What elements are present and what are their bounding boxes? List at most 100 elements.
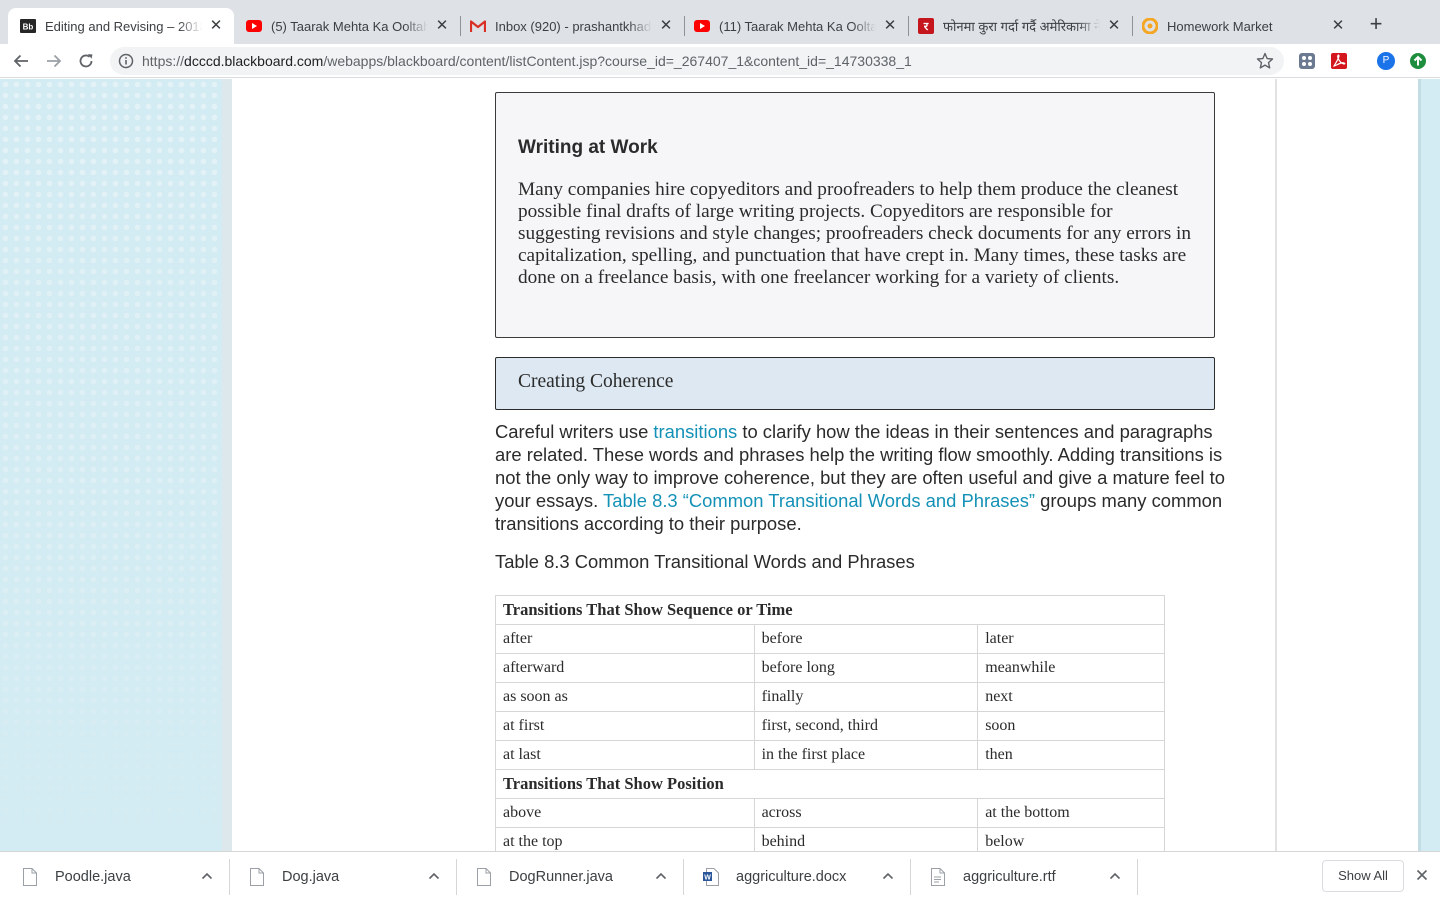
download-filename: DogRunner.java [509,868,613,885]
table-row: after before later [495,624,1165,654]
chevron-up-icon[interactable] [881,869,895,883]
update-arrow-icon[interactable] [1409,52,1427,70]
chevron-up-icon[interactable] [427,869,441,883]
tab-title: (5) Taarak Mehta Ka Ooltah [271,18,428,34]
url-host: dcccd.blackboard.com [184,53,324,69]
back-button[interactable] [9,49,33,73]
table-cell: at the bottom [977,798,1165,828]
svg-text:र: र [923,20,929,33]
tab-title: Editing and Revising – 2018F [45,18,202,34]
reload-button[interactable] [74,49,98,73]
reload-icon [79,54,93,68]
table-row: as soon as finally next [495,682,1165,712]
extension-puzzle-icon[interactable] [1298,52,1316,70]
right-pattern-edge [1418,79,1421,851]
table-group-heading-row: Transitions That Show Position [495,769,1165,799]
chevron-up-icon[interactable] [1108,869,1122,883]
table-caption: Table 8.3 Common Transitional Words and … [495,551,915,572]
group-heading-position: Transitions That Show Position [495,769,1165,799]
site-info-icon[interactable] [118,53,134,69]
profile-avatar[interactable]: P [1377,52,1395,70]
download-shelf: Poodle.java Dog.java DogRunner.java W ag… [0,851,1440,900]
table-cell: at first [495,711,755,741]
creating-coherence-box: Creating Coherence [495,357,1215,410]
tab-title: Homework Market [1167,18,1273,34]
writing-at-work-heading: Writing at Work [518,137,658,158]
svg-text:Bb: Bb [23,23,34,32]
table-row: at first first, second, third soon [495,711,1165,741]
chevron-up-icon[interactable] [200,869,214,883]
adobe-acrobat-icon[interactable] [1330,52,1348,70]
table-cell: behind [753,827,979,851]
url-path: /webapps/blackboard/content/listContent.… [323,53,912,69]
tab-nepali-news[interactable]: र फोनमा कुरा गर्दा गर्दै अमेरिकामा नेपाल… [906,8,1132,44]
table-cell: in the first place [753,740,979,770]
download-item-poodle[interactable]: Poodle.java [22,852,228,901]
download-item-dog[interactable]: Dog.java [249,852,455,901]
table-cell: next [977,682,1165,712]
close-tab-icon[interactable]: ✕ [1106,18,1122,34]
side-pattern-fade [0,79,222,851]
table-cell: later [977,624,1165,654]
download-item-aggriculture-rtf[interactable]: aggriculture.rtf [930,852,1136,901]
url-scheme: https:// [142,53,185,69]
transitions-table-body: Transitions That Show Sequence or Time a… [495,595,1165,851]
tab-title: फोनमा कुरा गर्दा गर्दै अमेरिकामा नेपाली [943,19,1100,34]
download-separator [910,859,911,895]
news-icon: र [918,18,934,34]
close-tab-icon[interactable]: ✕ [1330,18,1346,34]
content-right-border [1275,79,1277,851]
close-tab-icon[interactable]: ✕ [882,18,898,34]
table-cell: as soon as [495,682,755,712]
tab-taarak-mehta-1[interactable]: (5) Taarak Mehta Ka Ooltah ✕ [234,8,460,44]
download-item-aggriculture-docx[interactable]: W aggriculture.docx [703,852,909,901]
right-pattern-background [1418,79,1440,851]
table-cell: meanwhile [977,653,1165,683]
close-tab-icon[interactable]: ✕ [208,18,224,34]
show-all-downloads-button[interactable]: Show All [1322,860,1404,892]
table-reference-link[interactable]: Table 8.3 “Common Transitional Words and… [603,490,1035,511]
table-cell: after [495,624,755,654]
download-filename: Dog.java [282,868,340,885]
file-icon [477,867,491,886]
tab-gmail-inbox[interactable]: Inbox (920) - prashantkhadka ✕ [458,8,684,44]
address-bar[interactable]: https://dcccd.blackboard.com/webapps/bla… [110,47,1284,75]
tab-taarak-mehta-2[interactable]: (11) Taarak Mehta Ka Ooltah ✕ [682,8,908,44]
file-icon [250,867,264,886]
transitions-link[interactable]: transitions [653,421,737,442]
tab-homework-market[interactable]: Homework Market ✕ [1130,8,1356,44]
forward-button[interactable] [42,49,66,73]
back-arrow-icon [13,54,28,68]
download-separator [1137,859,1138,895]
table-cell: at the top [495,827,755,851]
tab-strip: Bb Editing and Revising – 2018F ✕ (5) Ta… [0,0,1440,44]
transitions-table: Transitions That Show Sequence or Time a… [495,595,1165,851]
youtube-icon [694,18,710,34]
paragraph-text: Careful writers use [495,421,654,442]
download-filename: aggriculture.docx [736,868,847,885]
table-row: afterward before long meanwhile [495,653,1165,683]
close-icon[interactable] [1413,866,1431,884]
section-heading: Creating Coherence [518,371,674,392]
tab-editing-revising[interactable]: Bb Editing and Revising – 2018F ✕ [8,8,234,44]
side-pattern-edge [222,79,232,851]
bookmark-star-icon[interactable] [1256,52,1274,70]
svg-text:W: W [704,874,711,881]
url-text[interactable]: https://dcccd.blackboard.com/webapps/bla… [142,53,912,69]
table-cell: above [495,798,755,828]
download-item-dogrunner[interactable]: DogRunner.java [476,852,682,901]
table-row: above across at the bottom [495,798,1165,828]
new-tab-button[interactable]: + [1364,12,1388,36]
rtf-file-icon [931,867,945,886]
close-tab-icon[interactable]: ✕ [434,18,450,34]
browser-toolbar: https://dcccd.blackboard.com/webapps/bla… [0,44,1440,78]
writing-at-work-body: Many companies hire copyeditors and proo… [518,179,1192,288]
close-tab-icon[interactable]: ✕ [658,18,674,34]
download-separator [229,859,230,895]
chevron-up-icon[interactable] [654,869,668,883]
homework-market-icon [1142,18,1158,34]
table-cell: before [753,624,979,654]
table-cell: soon [977,711,1165,741]
table-cell: below [977,827,1165,851]
table-row: at the top behind below [495,827,1165,851]
